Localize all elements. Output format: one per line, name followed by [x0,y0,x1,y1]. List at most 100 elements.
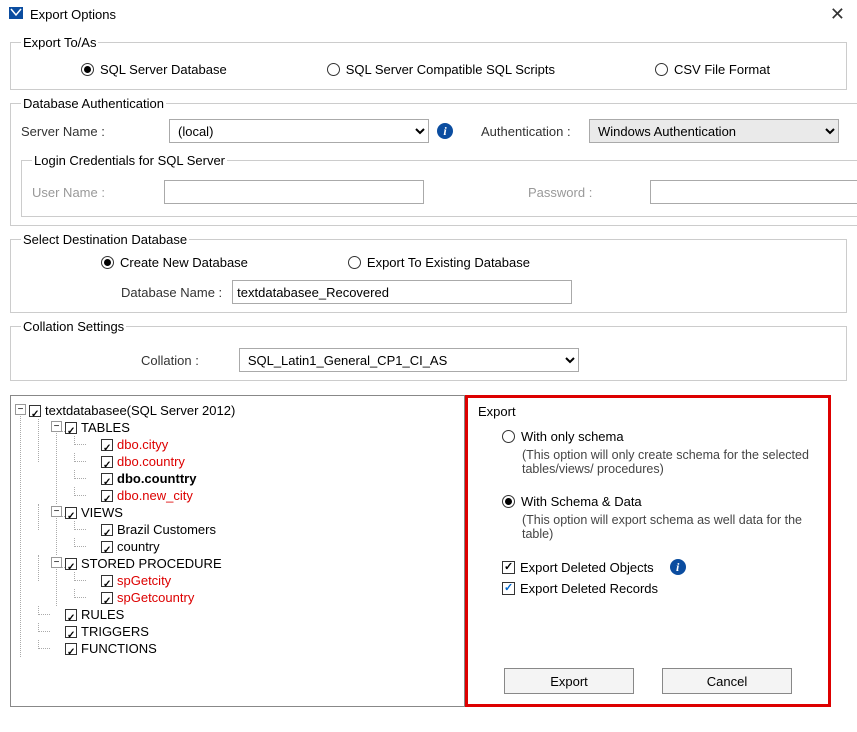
tree-item-sp[interactable]: spGetcity [101,572,460,589]
tree-checkbox[interactable] [101,592,113,604]
server-name-label: Server Name : [21,124,161,139]
radio-sql-server-db[interactable]: SQL Server Database [81,62,227,77]
password-field[interactable] [650,180,857,204]
tree-root-label: textdatabasee(SQL Server 2012) [45,403,235,418]
tree-node-label: RULES [81,607,124,622]
tree-item-view[interactable]: Brazil Customers [101,521,460,538]
export-button[interactable]: Export [504,668,634,694]
schema-only-desc: (This option will only create schema for… [522,448,812,476]
tree-checkbox[interactable] [65,558,77,570]
export-to-legend: Export To/As [21,35,98,50]
collation-legend: Collation Settings [21,319,126,334]
close-icon[interactable]: ✕ [826,4,849,25]
app-icon [8,5,24,24]
tree-expander[interactable]: − [51,506,62,517]
tree-item-table[interactable]: dbo.cityy [101,436,460,453]
password-label: Password : [528,185,638,200]
tree-checkbox[interactable] [65,507,77,519]
tree-checkbox[interactable] [101,490,113,502]
tree-item-sp[interactable]: spGetcountry [101,589,460,606]
check-deleted-records[interactable]: Export Deleted Records [502,581,658,596]
username-field[interactable] [164,180,424,204]
dest-db-legend: Select Destination Database [21,232,189,247]
check-deleted-objects[interactable]: Export Deleted Objects [502,560,654,575]
tree-node-views[interactable]: VIEWS [65,504,460,521]
collation-group: Collation Settings Collation : SQL_Latin… [10,319,847,381]
tree-item-table[interactable]: dbo.counttry [101,470,460,487]
schema-data-desc: (This option will export schema as well … [522,513,812,541]
tree-checkbox[interactable] [65,643,77,655]
collation-select[interactable]: SQL_Latin1_General_CP1_CI_AS [239,348,579,372]
radio-schema-only-label: With only schema [521,429,624,444]
login-credentials-legend: Login Credentials for SQL Server [32,153,227,168]
export-to-group: Export To/As SQL Server Database SQL Ser… [10,35,847,90]
tree-node-functions[interactable]: FUNCTIONS [65,640,460,657]
tree-checkbox[interactable] [65,422,77,434]
radio-sql-server-db-label: SQL Server Database [100,62,227,77]
radio-sql-scripts[interactable]: SQL Server Compatible SQL Scripts [327,62,555,77]
auth-label: Authentication : [461,124,581,139]
tree-item-label: Brazil Customers [117,522,216,537]
info-icon[interactable]: i [670,559,686,575]
server-name-select[interactable]: (local) [169,119,429,143]
tree-expander[interactable]: − [51,557,62,568]
tree-node-label: VIEWS [81,505,123,520]
radio-existing-db-label: Export To Existing Database [367,255,530,270]
tree-checkbox[interactable] [101,456,113,468]
radio-schema-data[interactable]: With Schema & Data [502,494,642,509]
radio-existing-db[interactable]: Export To Existing Database [348,255,530,270]
tree-item-label: country [117,539,160,554]
info-icon[interactable]: i [437,123,453,139]
tree-node-triggers[interactable]: TRIGGERS [65,623,460,640]
tree-node-rules[interactable]: RULES [65,606,460,623]
object-tree: − textdatabasee(SQL Server 2012) − TABLE… [10,395,465,707]
tree-checkbox[interactable] [101,524,113,536]
tree-item-table[interactable]: dbo.country [101,453,460,470]
tree-node-label: STORED PROCEDURE [81,556,222,571]
radio-create-new-db-label: Create New Database [120,255,248,270]
tree-node-storedproc[interactable]: STORED PROCEDURE [65,555,460,572]
tree-item-table[interactable]: dbo.new_city [101,487,460,504]
radio-schema-data-label: With Schema & Data [521,494,642,509]
auth-select[interactable]: Windows Authentication [589,119,839,143]
tree-checkbox[interactable] [101,575,113,587]
radio-schema-only[interactable]: With only schema [502,429,624,444]
tree-checkbox[interactable] [65,626,77,638]
check-deleted-records-label: Export Deleted Records [520,581,658,596]
dest-db-group: Select Destination Database Create New D… [10,232,847,313]
radio-csv-label: CSV File Format [674,62,770,77]
tree-checkbox[interactable] [65,609,77,621]
tree-item-label: spGetcountry [117,590,194,605]
tree-root[interactable]: textdatabasee(SQL Server 2012) [29,402,460,419]
tree-node-tables[interactable]: TABLES [65,419,460,436]
tree-item-view[interactable]: country [101,538,460,555]
tree-expander[interactable]: − [15,404,26,415]
username-label: User Name : [32,185,152,200]
tree-checkbox[interactable] [101,439,113,451]
radio-create-new-db[interactable]: Create New Database [101,255,248,270]
tree-item-label: dbo.new_city [117,488,193,503]
export-panel: Export With only schema (This option wil… [465,395,831,707]
cancel-button[interactable]: Cancel [662,668,792,694]
db-auth-legend: Database Authentication [21,96,166,111]
tree-node-label: FUNCTIONS [81,641,157,656]
login-credentials-group: Login Credentials for SQL Server User Na… [21,153,857,217]
radio-sql-scripts-label: SQL Server Compatible SQL Scripts [346,62,555,77]
db-auth-group: Database Authentication Server Name : (l… [10,96,857,226]
tree-node-label: TABLES [81,420,130,435]
check-deleted-objects-label: Export Deleted Objects [520,560,654,575]
collation-label: Collation : [141,353,199,368]
tree-expander[interactable]: − [51,421,62,432]
tree-item-label: dbo.cityy [117,437,168,452]
tree-item-label: dbo.counttry [117,471,196,486]
tree-checkbox[interactable] [101,473,113,485]
radio-csv[interactable]: CSV File Format [655,62,770,77]
window-title: Export Options [30,7,116,22]
titlebar: Export Options ✕ [0,0,857,29]
db-name-field[interactable] [232,280,572,304]
tree-item-label: dbo.country [117,454,185,469]
tree-checkbox[interactable] [29,405,41,417]
db-name-label: Database Name : [121,285,222,300]
tree-checkbox[interactable] [101,541,113,553]
tree-item-label: spGetcity [117,573,171,588]
